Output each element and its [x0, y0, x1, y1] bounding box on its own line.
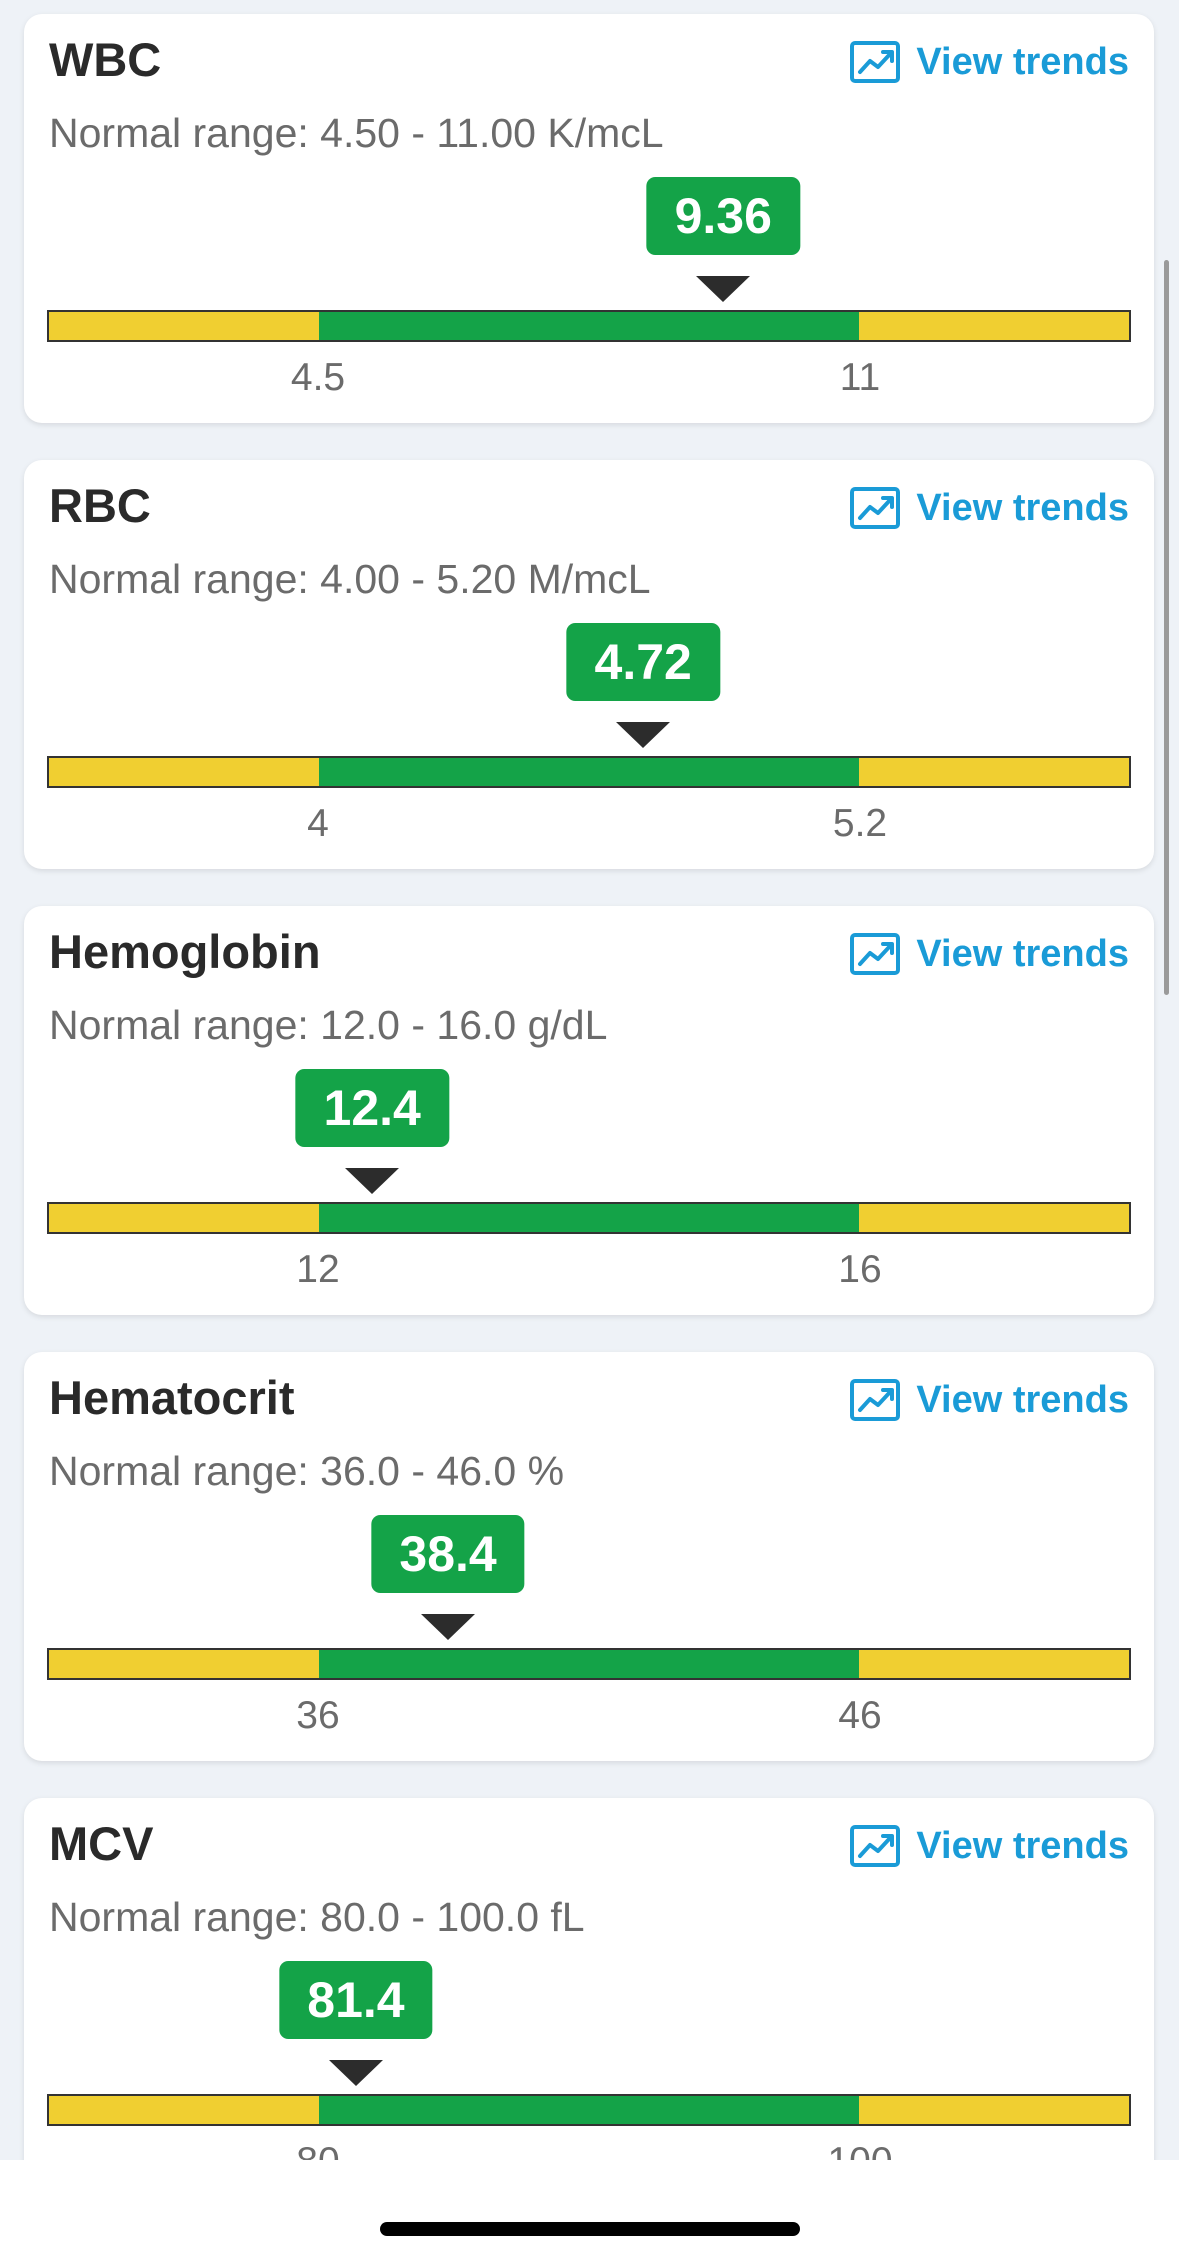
result-card-rbc: RBC View trends Normal range: 4.00 - 5.2… [24, 460, 1154, 869]
range-bar-normal-segment [319, 2096, 859, 2124]
view-trends-link[interactable]: View trends [850, 1378, 1129, 1422]
view-trends-link[interactable]: View trends [850, 486, 1129, 530]
normal-range-text: Normal range: 80.0 - 100.0 fL [49, 1894, 585, 1940]
normal-range-text: Normal range: 4.50 - 11.00 K/mcL [49, 110, 664, 156]
results-scroll-view[interactable]: WBC View trends Normal range: 4.50 - 11.… [0, 0, 1179, 2160]
low-limit-label: 4 [307, 802, 329, 845]
range-bar-high-segment [859, 2096, 1129, 2124]
view-trends-label[interactable]: View trends [916, 41, 1129, 84]
range-bar-low-segment [49, 312, 319, 340]
range-bar-high-segment [859, 1650, 1129, 1678]
value-badge: 12.4 [295, 1069, 449, 1147]
low-limit-label: 80 [296, 2140, 339, 2160]
view-trends-label[interactable]: View trends [916, 1825, 1129, 1868]
home-indicator[interactable] [380, 2222, 800, 2236]
high-limit-label: 46 [838, 1694, 882, 1737]
value-pointer-icon [616, 722, 671, 748]
result-card-wbc: WBC View trends Normal range: 4.50 - 11.… [24, 14, 1154, 423]
range-bar [47, 2094, 1131, 2126]
range-bar-low-segment [49, 2096, 319, 2124]
trend-chart-icon [850, 487, 901, 529]
value-pointer-icon [328, 2060, 383, 2086]
range-bar [47, 756, 1131, 788]
result-title: Hematocrit [49, 1371, 295, 1424]
view-trends-link[interactable]: View trends [850, 40, 1129, 84]
view-trends-label[interactable]: View trends [916, 487, 1129, 530]
result-card-hemoglobin: Hemoglobin View trends Normal range: 12.… [24, 906, 1154, 1315]
high-limit-label: 16 [838, 1248, 882, 1291]
normal-range-text: Normal range: 4.00 - 5.20 M/mcL [49, 556, 651, 602]
range-bar-normal-segment [319, 758, 859, 786]
range-bar-normal-segment [319, 1650, 859, 1678]
trend-chart-icon [850, 1825, 901, 1867]
result-title: WBC [49, 33, 162, 86]
value-badge: 81.4 [279, 1961, 433, 2039]
trend-chart-icon [850, 41, 901, 83]
lab-results-list: WBC View trends Normal range: 4.50 - 11.… [24, 14, 1154, 2160]
range-bar-normal-segment [319, 312, 859, 340]
bottom-safe-area [0, 2160, 1179, 2263]
result-card-mcv: MCV View trends Normal range: 80.0 - 100… [24, 1798, 1154, 2160]
range-bar-low-segment [49, 1650, 319, 1678]
result-title: Hemoglobin [49, 925, 321, 978]
value-pointer-icon [345, 1168, 400, 1194]
result-title: MCV [49, 1817, 154, 1870]
trend-chart-icon [850, 933, 901, 975]
high-limit-label: 100 [827, 2140, 892, 2160]
range-bar-low-segment [49, 758, 319, 786]
view-trends-link[interactable]: View trends [850, 1824, 1129, 1868]
range-bar-low-segment [49, 1204, 319, 1232]
high-limit-label: 11 [839, 356, 881, 399]
low-limit-label: 12 [296, 1248, 340, 1291]
view-trends-label[interactable]: View trends [916, 1379, 1129, 1422]
low-limit-label: 4.5 [290, 356, 346, 399]
view-trends-label[interactable]: View trends [916, 933, 1129, 976]
normal-range-text: Normal range: 36.0 - 46.0 % [49, 1448, 565, 1494]
trend-chart-icon [850, 1379, 901, 1421]
high-limit-label: 5.2 [832, 802, 888, 845]
range-bar [47, 1202, 1131, 1234]
range-bar-high-segment [859, 312, 1129, 340]
value-badge: 4.72 [566, 623, 720, 701]
range-bar-high-segment [859, 758, 1129, 786]
value-badge: 38.4 [371, 1515, 525, 1593]
result-title: RBC [49, 479, 151, 532]
result-card-hematocrit: Hematocrit View trends Normal range: 36.… [24, 1352, 1154, 1761]
scrollbar[interactable] [1164, 260, 1169, 995]
value-pointer-icon [696, 276, 751, 302]
low-limit-label: 36 [296, 1694, 340, 1737]
range-bar [47, 1648, 1131, 1680]
value-badge: 9.36 [646, 177, 800, 255]
range-bar [47, 310, 1131, 342]
value-pointer-icon [421, 1614, 476, 1640]
normal-range-text: Normal range: 12.0 - 16.0 g/dL [49, 1002, 608, 1048]
range-bar-normal-segment [319, 1204, 859, 1232]
view-trends-link[interactable]: View trends [850, 932, 1129, 976]
range-bar-high-segment [859, 1204, 1129, 1232]
